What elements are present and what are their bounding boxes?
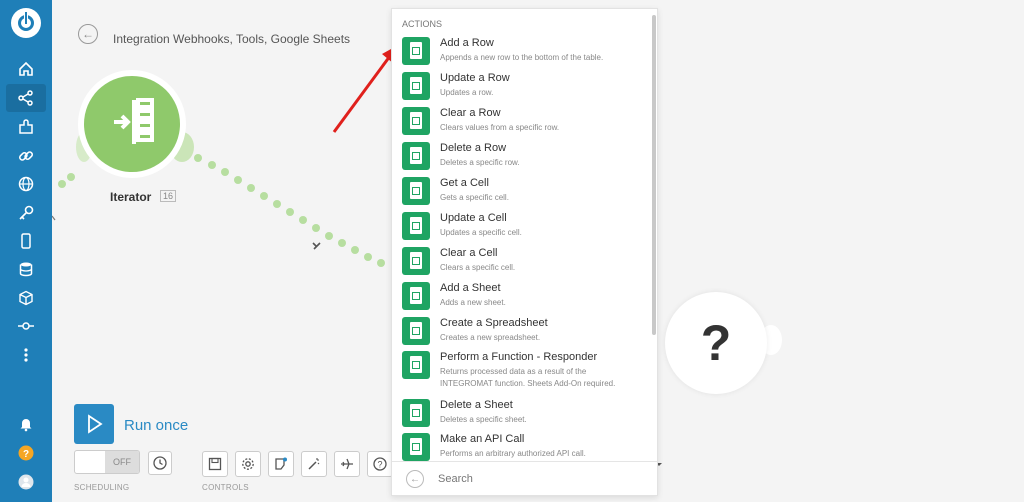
gear-icon [242, 458, 254, 470]
run-once-button[interactable] [74, 404, 114, 444]
search-bar: ← [392, 461, 657, 495]
share-icon[interactable] [16, 88, 36, 108]
action-description: Updates a specific cell. [440, 228, 522, 237]
google-sheets-icon [402, 351, 430, 379]
mobile-icon[interactable] [16, 231, 36, 251]
scheduling-toggle[interactable]: OFF [74, 450, 140, 474]
action-title: Clear a Cell [440, 247, 498, 259]
iterator-label: Iterator [110, 190, 152, 204]
action-title: Add a Sheet [440, 282, 501, 294]
action-title: Update a Cell [440, 212, 507, 224]
help-button[interactable]: ? [367, 451, 393, 477]
notes-button[interactable] [268, 451, 294, 477]
actions-heading: ACTIONS [402, 19, 443, 29]
wrench-icon [312, 242, 321, 250]
run-once-label[interactable]: Run once [124, 417, 188, 434]
note-icon [275, 457, 287, 470]
action-title: Add a Row [440, 37, 494, 49]
action-title: Clear a Row [440, 107, 501, 119]
action-description: Gets a specific cell. [440, 193, 509, 202]
magic-wand-icon [308, 458, 320, 470]
database-icon[interactable] [16, 259, 36, 279]
svg-text:?: ? [23, 449, 29, 460]
action-title: Make an API Call [440, 433, 525, 445]
google-sheets-icon [402, 142, 430, 170]
action-description: Clears a specific cell. [440, 263, 516, 272]
actions-dropdown: ACTIONS Add a Row Appends a new row to t… [391, 8, 658, 496]
svg-text:?: ? [377, 460, 382, 470]
action-title: Delete a Row [440, 142, 507, 154]
google-sheets-icon [402, 317, 430, 345]
question-mark-icon: ? [700, 315, 732, 371]
scrollbar[interactable] [652, 15, 656, 335]
help-icon[interactable]: ? [16, 443, 36, 463]
action-description: Deletes a specific row. [440, 158, 520, 167]
action-description: Adds a new sheet. [440, 298, 506, 307]
action-title: Create a Spreadsheet [440, 317, 548, 329]
iterator-node[interactable] [84, 76, 180, 172]
google-sheets-icon [402, 282, 430, 310]
action-description: Returns processed data as a result of th… [440, 367, 616, 388]
google-sheets-icon [402, 247, 430, 275]
action-description: Updates a row. [440, 88, 494, 97]
iterator-badge: 16 [160, 190, 177, 202]
globe-icon[interactable] [16, 174, 36, 194]
flow-icon[interactable] [16, 316, 36, 336]
schedule-clock-button[interactable] [148, 451, 172, 475]
google-sheets-icon [402, 399, 430, 427]
avatar[interactable] [16, 472, 36, 492]
google-sheets-icon [402, 177, 430, 205]
action-description: Clears values from a specific row. [440, 123, 560, 132]
action-title: Update a Row [440, 72, 510, 84]
link-icon[interactable] [16, 146, 36, 166]
bell-icon[interactable] [16, 414, 36, 434]
home-icon[interactable] [16, 59, 36, 79]
plane-icon [341, 458, 353, 470]
play-icon [88, 414, 103, 434]
integromat-logo[interactable] [11, 8, 41, 38]
action-title: Get a Cell [440, 177, 489, 189]
google-sheets-icon [402, 212, 430, 240]
unknown-module-node[interactable]: ? [665, 292, 767, 394]
save-button[interactable] [202, 451, 228, 477]
google-sheets-icon [402, 107, 430, 135]
action-description: Performs an arbitrary authorized API cal… [440, 449, 586, 458]
action-title: Delete a Sheet [440, 399, 513, 411]
toggle-off-label: OFF [105, 451, 139, 473]
action-description: Deletes a specific sheet. [440, 415, 527, 424]
sidebar: ? [0, 0, 52, 502]
action-description: Appends a new row to the bottom of the t… [440, 53, 604, 62]
action-description: Creates a new spreadsheet. [440, 333, 541, 342]
search-back-button[interactable]: ← [406, 470, 424, 488]
google-sheets-icon [402, 72, 430, 100]
cube-icon[interactable] [16, 288, 36, 308]
clock-icon [153, 456, 167, 470]
settings-button[interactable] [235, 451, 261, 477]
scheduling-caption: SCHEDULING [74, 483, 130, 492]
key-icon[interactable] [16, 203, 36, 223]
google-sheets-icon [402, 433, 430, 461]
action-title: Perform a Function - Responder [440, 351, 598, 363]
search-input[interactable] [438, 470, 638, 488]
explain-flow-button[interactable] [334, 451, 360, 477]
save-icon [208, 457, 222, 471]
puzzle-icon[interactable] [16, 117, 36, 137]
logo-bar [24, 12, 28, 24]
iterator-icon [114, 98, 154, 144]
controls-caption: CONTROLS [202, 483, 249, 492]
question-circle-icon: ? [373, 457, 387, 471]
more-icon[interactable] [16, 345, 36, 365]
google-sheets-icon [402, 37, 430, 65]
auto-align-button[interactable] [301, 451, 327, 477]
